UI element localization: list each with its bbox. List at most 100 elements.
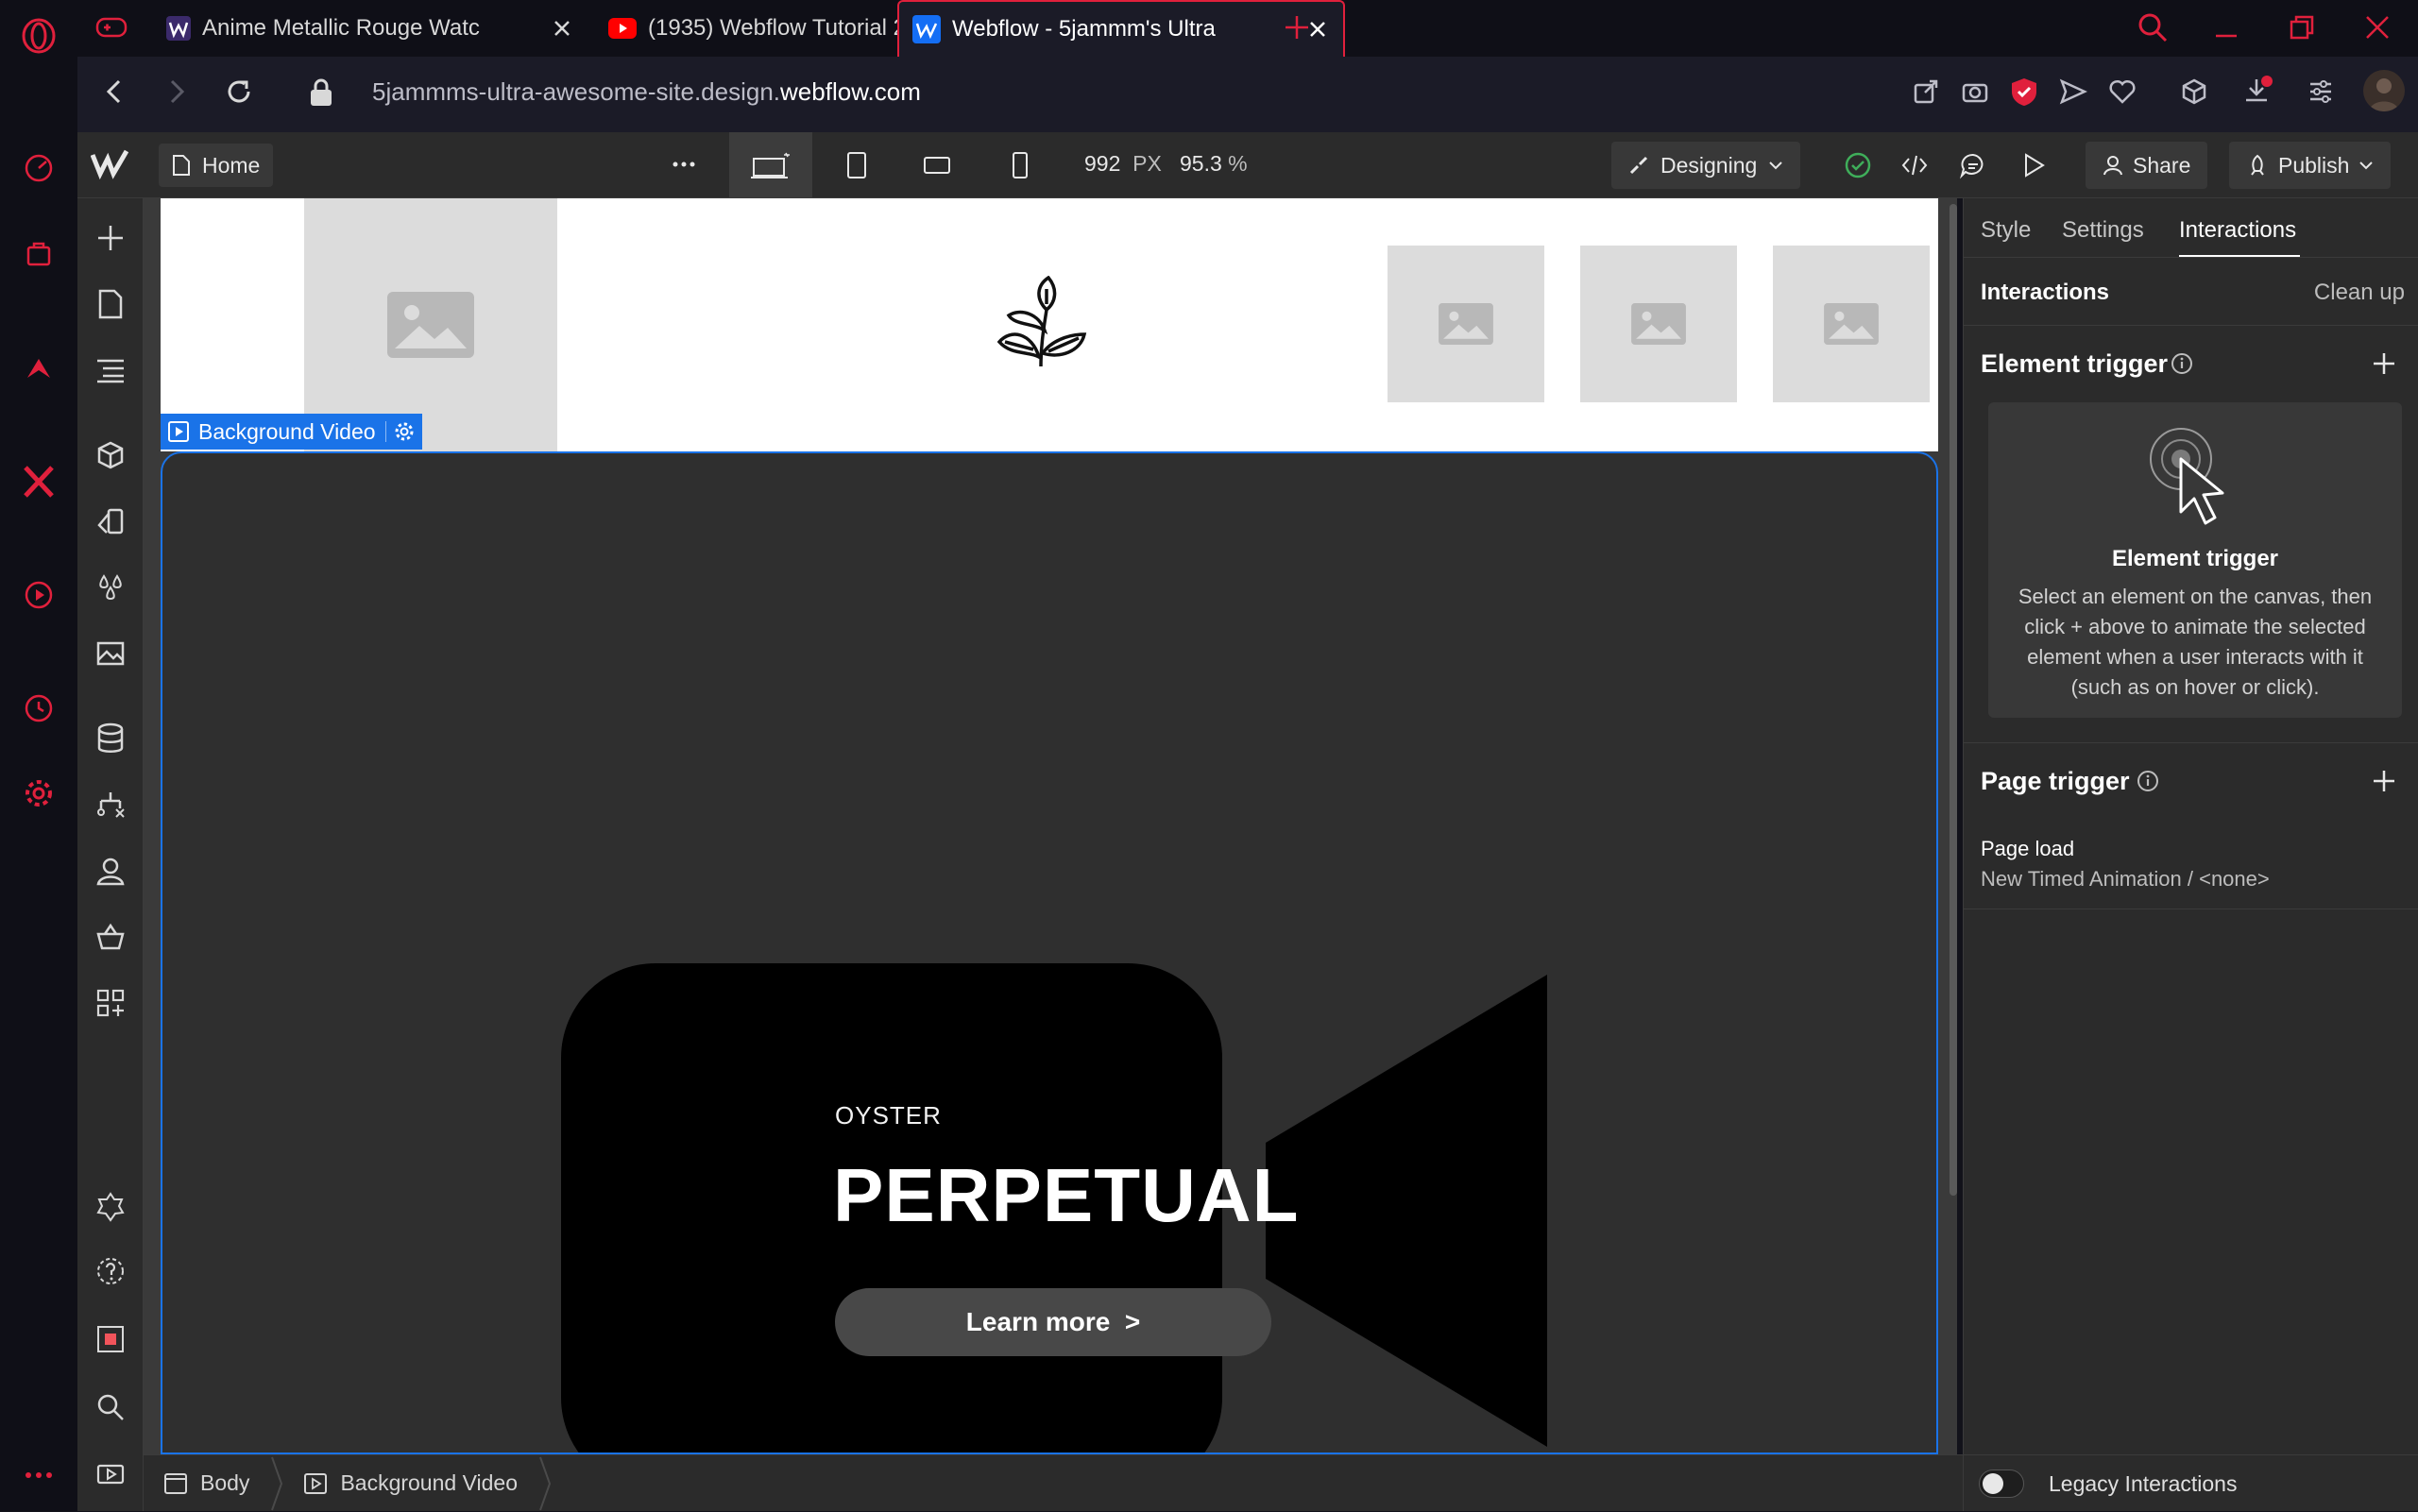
breadcrumb-body[interactable]: Body bbox=[144, 1455, 270, 1511]
add-page-trigger-icon[interactable] bbox=[2370, 767, 2398, 795]
url-field[interactable]: 5jammms-ultra-awesome-site.design.webflo… bbox=[372, 77, 921, 107]
breakpoint-mobile-portrait-button[interactable] bbox=[992, 132, 1048, 198]
legacy-interactions-toggle[interactable] bbox=[1979, 1470, 2024, 1498]
player-icon[interactable] bbox=[20, 576, 58, 614]
status-check-icon[interactable] bbox=[1844, 151, 1872, 179]
logic-flow-icon[interactable] bbox=[92, 786, 129, 824]
reload-icon[interactable] bbox=[223, 76, 255, 108]
breakpoint-tablet-button[interactable] bbox=[828, 132, 885, 198]
publish-button[interactable]: Publish bbox=[2229, 142, 2392, 189]
cms-database-icon[interactable] bbox=[92, 720, 129, 757]
desktop-star-icon bbox=[750, 151, 792, 179]
webflow-logo-icon[interactable] bbox=[91, 147, 128, 181]
tab-interactions[interactable]: Interactions bbox=[2179, 217, 2296, 244]
downloads-icon[interactable] bbox=[2242, 76, 2274, 108]
gamepad-icon[interactable] bbox=[94, 13, 128, 42]
minimize-icon[interactable] bbox=[2212, 13, 2240, 42]
video-tutorials-icon[interactable] bbox=[92, 1454, 129, 1492]
search-icon[interactable] bbox=[2137, 11, 2169, 43]
share-button[interactable]: Share bbox=[2086, 142, 2208, 189]
add-elements-icon[interactable] bbox=[92, 219, 129, 257]
easy-setup-icon[interactable] bbox=[2307, 77, 2335, 106]
camera-icon[interactable] bbox=[1961, 77, 1989, 106]
more-dots-icon[interactable] bbox=[20, 1456, 58, 1494]
opera-logo-icon[interactable] bbox=[20, 17, 58, 55]
breakpoint-desktop-base-button[interactable] bbox=[729, 132, 812, 198]
components-icon[interactable] bbox=[92, 436, 129, 474]
settings-gear-icon[interactable] bbox=[20, 774, 58, 812]
close-window-icon[interactable] bbox=[2363, 13, 2392, 42]
info-icon[interactable] bbox=[2136, 769, 2160, 793]
lock-icon[interactable] bbox=[308, 77, 334, 108]
help-icon[interactable] bbox=[92, 1252, 129, 1290]
webflow-favicon-icon bbox=[912, 15, 941, 43]
more-options-icon[interactable] bbox=[673, 161, 695, 168]
hero-title[interactable]: PERPETUAL bbox=[833, 1152, 1300, 1239]
clean-up-link[interactable]: Clean up bbox=[2314, 280, 2405, 306]
divider bbox=[1964, 257, 2418, 258]
design-canvas[interactable]: Background Video OYSTER PERPETUAL Learn … bbox=[144, 198, 1957, 1454]
mode-dropdown[interactable]: Designing bbox=[1611, 142, 1801, 189]
history-icon[interactable] bbox=[20, 689, 58, 727]
hero-eyebrow[interactable]: OYSTER bbox=[835, 1101, 942, 1130]
breakpoint-mobile-landscape-button[interactable] bbox=[909, 132, 965, 198]
assets-image-icon[interactable] bbox=[92, 635, 129, 672]
tab-webflow[interactable]: Webflow - 5jammm's Ultra bbox=[897, 0, 1345, 57]
search-icon[interactable] bbox=[92, 1388, 129, 1426]
image-placeholder[interactable] bbox=[1773, 246, 1930, 402]
heart-icon[interactable] bbox=[2108, 77, 2137, 106]
image-placeholder[interactable] bbox=[1580, 246, 1737, 402]
tab-bar: Anime Metallic Rouge Watc (1935) Webflow… bbox=[77, 0, 2418, 57]
record-stop-icon[interactable] bbox=[92, 1320, 129, 1358]
toggle-knob bbox=[1983, 1473, 2003, 1494]
adblock-shield-icon[interactable] bbox=[2010, 76, 2038, 107]
new-tab-plus-icon[interactable] bbox=[1283, 13, 1311, 42]
speed-dial-icon[interactable] bbox=[20, 149, 58, 187]
page-name: Home bbox=[202, 152, 261, 178]
info-icon[interactable] bbox=[2170, 351, 2194, 376]
code-icon[interactable] bbox=[1900, 151, 1929, 179]
canvas-size-readout[interactable]: 992 PX 95.3 % bbox=[1084, 151, 1248, 177]
send-to-icon[interactable] bbox=[1912, 77, 1940, 106]
element-settings-gear-icon[interactable] bbox=[384, 421, 415, 442]
selected-element-label[interactable]: Background Video bbox=[161, 414, 422, 450]
learn-more-button[interactable]: Learn more > bbox=[835, 1288, 1271, 1356]
breadcrumb-background-video[interactable]: Background Video bbox=[283, 1455, 538, 1511]
close-icon[interactable] bbox=[550, 16, 574, 41]
background-video-section[interactable]: OYSTER PERPETUAL Learn more > bbox=[161, 451, 1938, 1454]
ecommerce-basket-icon[interactable] bbox=[92, 918, 129, 956]
canvas-scrollbar[interactable] bbox=[1950, 204, 1957, 1196]
style-selectors-icon[interactable] bbox=[92, 502, 129, 540]
preview-play-icon[interactable] bbox=[2019, 151, 2048, 179]
tab-settings[interactable]: Settings bbox=[2062, 217, 2144, 244]
extensions-cube-icon[interactable] bbox=[2180, 77, 2208, 106]
page-selector[interactable]: Home bbox=[159, 144, 274, 187]
aria-icon[interactable] bbox=[20, 349, 58, 387]
cursor-click-icon bbox=[2139, 425, 2243, 529]
page-load-value[interactable]: New Timed Animation / <none> bbox=[1981, 867, 2270, 892]
navigator-icon[interactable] bbox=[92, 351, 129, 389]
restore-icon[interactable] bbox=[2288, 13, 2316, 42]
image-placeholder-icon bbox=[1824, 303, 1879, 345]
image-placeholder[interactable] bbox=[1388, 246, 1544, 402]
pages-icon[interactable] bbox=[92, 285, 129, 323]
users-person-icon[interactable] bbox=[92, 852, 129, 890]
variables-drops-icon[interactable] bbox=[92, 569, 129, 606]
profile-avatar[interactable] bbox=[2363, 70, 2405, 111]
page-load-label[interactable]: Page load bbox=[1981, 837, 2074, 861]
flow-send-icon[interactable] bbox=[2059, 77, 2087, 106]
tab-style[interactable]: Style bbox=[1981, 217, 2031, 244]
tab-anime[interactable]: Anime Metallic Rouge Watc bbox=[153, 0, 587, 57]
site-header-section[interactable] bbox=[161, 198, 1938, 451]
back-icon[interactable] bbox=[98, 76, 130, 108]
apps-icon[interactable] bbox=[92, 984, 129, 1022]
forward-icon[interactable] bbox=[161, 76, 193, 108]
element-trigger-description: Select an element on the canvas, then cl… bbox=[2018, 585, 2373, 699]
settings-badge-icon[interactable] bbox=[92, 1188, 129, 1226]
x-twitter-icon[interactable] bbox=[20, 463, 58, 501]
comments-icon[interactable] bbox=[1959, 151, 1987, 179]
width-value: 992 bbox=[1084, 151, 1121, 176]
shopping-bag-icon[interactable] bbox=[20, 234, 58, 272]
leaf-logo-icon[interactable] bbox=[992, 276, 1090, 374]
add-element-trigger-icon[interactable] bbox=[2370, 349, 2398, 378]
